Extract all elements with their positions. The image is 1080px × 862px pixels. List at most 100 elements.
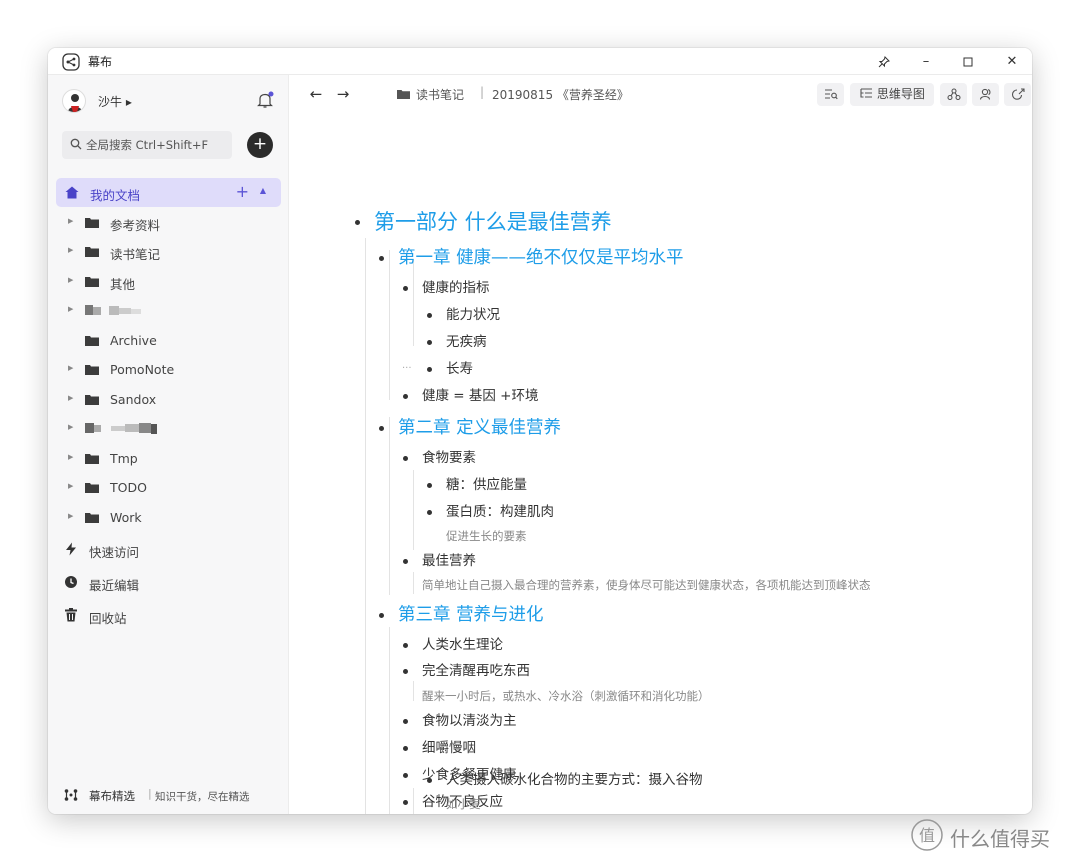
featured-footer[interactable]: 幕布精选 | 知识干货，尽在精选 <box>64 785 279 805</box>
expand-arrow-icon[interactable]: ▶ <box>68 453 73 461</box>
bullet-dot[interactable] <box>403 456 408 461</box>
outline-node[interactable]: 健康的指标 <box>403 278 490 298</box>
bullet-dot[interactable] <box>403 800 408 805</box>
outline-node[interactable]: 健康 = 基因 +环境 <box>403 386 539 406</box>
bullet-dot[interactable] <box>403 286 408 291</box>
forward-arrow-icon[interactable]: → <box>334 85 352 103</box>
bullet-dot[interactable] <box>427 313 432 318</box>
folder-item[interactable]: ▶ Tmp <box>48 444 289 473</box>
outline-node[interactable]: 完全清醒再吃东西 <box>403 661 530 681</box>
bullet-dot[interactable] <box>427 510 432 515</box>
expand-arrow-icon[interactable]: ▶ <box>68 217 73 225</box>
user-name[interactable]: 沙牛 ▸ <box>98 93 132 110</box>
bullet-dot[interactable] <box>403 643 408 648</box>
expand-arrow-icon[interactable]: ▶ <box>68 394 73 402</box>
bullet-dot[interactable] <box>427 483 432 488</box>
expand-arrow-icon[interactable]: ▶ <box>68 423 73 431</box>
expand-arrow-icon[interactable]: ▶ <box>68 512 73 520</box>
folder-item-blurred[interactable]: ▶ <box>48 414 289 443</box>
back-arrow-icon[interactable]: ← <box>307 85 325 103</box>
outline-node[interactable]: 人类摄入碳水化合物的主要方式：摄入谷物 <box>427 770 703 790</box>
outline-node-heading[interactable]: 第二章 定义最佳营养 <box>379 416 561 440</box>
sidebar: 沙牛 ▸ + 我的文档 + ▲ ▶ 参考资料 ▶ 读书笔记 <box>48 75 289 814</box>
outline-node-note[interactable]: 促进生长的要素 <box>446 527 527 545</box>
minimize-button[interactable]: – <box>914 52 938 72</box>
outline-node-heading[interactable]: 第一章 健康——绝不仅仅是平均水平 <box>379 246 684 270</box>
folder-item[interactable]: ▶ 其他 <box>48 267 289 296</box>
outline-node-heading[interactable]: 第三章 营养与进化 <box>379 603 544 627</box>
folder-item[interactable]: ▶ 参考资料 <box>48 208 289 237</box>
outline-guide-line <box>413 572 414 594</box>
bullet-dot[interactable] <box>427 340 432 345</box>
outline-node-heading[interactable]: 第一部分 什么是最佳营养 <box>355 208 612 236</box>
collaborate-button[interactable] <box>972 83 999 106</box>
outline-node[interactable]: 食物要素 <box>403 448 476 468</box>
bullet-dot[interactable] <box>355 220 360 225</box>
sidebar-item-recent[interactable]: 最近编辑 <box>64 570 274 596</box>
bullet-dot[interactable] <box>403 559 408 564</box>
folder-item-blurred[interactable]: ▶ <box>48 296 289 325</box>
folder-item[interactable]: ▶ 读书笔记 <box>48 237 289 266</box>
new-document-button[interactable]: + <box>247 132 273 158</box>
outline-editor[interactable]: 第一部分 什么是最佳营养 第一章 健康——绝不仅仅是平均水平 健康的指标 能力状… <box>289 115 1032 814</box>
avatar[interactable] <box>62 89 86 113</box>
search-input[interactable] <box>86 135 226 155</box>
my-docs-label: 我的文档 <box>90 188 141 203</box>
search-box[interactable] <box>62 131 232 159</box>
bullet-dot[interactable] <box>403 394 408 399</box>
share-node-button[interactable] <box>940 83 967 106</box>
mindmap-button[interactable]: 思维导图 <box>850 83 934 106</box>
outline-node[interactable]: 长寿 <box>427 359 473 379</box>
outline-node-note[interactable]: 醒来一小时后，或热水、冷水浴（刺激循环和消化功能） <box>422 687 710 705</box>
node-text: 完全清醒再吃东西 <box>422 663 530 679</box>
folder-name: Work <box>110 510 142 525</box>
sidebar-item-trash[interactable]: 回收站 <box>64 603 274 629</box>
breadcrumb-folder[interactable]: 读书笔记 <box>416 86 464 103</box>
bullet-dot[interactable] <box>427 778 432 783</box>
bullet-dot[interactable] <box>403 773 408 778</box>
folder-item[interactable]: ▶ PomoNote <box>48 355 289 384</box>
bullet-dot[interactable] <box>403 669 408 674</box>
folder-item[interactable]: Archive <box>48 326 289 355</box>
bullet-dot[interactable] <box>379 256 384 261</box>
add-folder-button[interactable]: + <box>236 182 249 201</box>
folder-item[interactable]: ▶ Sandox <box>48 385 289 414</box>
outline-node[interactable]: 人类水生理论 <box>403 635 503 655</box>
bullet-dot[interactable] <box>427 367 432 372</box>
blurred-label <box>85 305 141 315</box>
expand-arrow-icon[interactable]: ▶ <box>68 246 73 254</box>
outline-guide-line <box>389 250 390 400</box>
collapse-caret-icon[interactable]: ▲ <box>260 186 266 195</box>
maximize-button[interactable] <box>956 52 980 72</box>
pin-icon[interactable] <box>872 52 896 72</box>
outline-node[interactable]: 无疾病 <box>427 332 487 352</box>
folder-name: PomoNote <box>110 362 175 377</box>
outline-node[interactable]: 能力状况 <box>427 305 500 325</box>
outline-node[interactable]: 蛋白质：构建肌肉 <box>427 502 554 522</box>
outline-node[interactable]: 细嚼慢咽 <box>403 738 476 758</box>
expand-arrow-icon[interactable]: ▶ <box>68 364 73 372</box>
outline-node[interactable]: 最佳营养 <box>403 551 476 571</box>
bell-icon[interactable] <box>255 90 275 110</box>
outline-node[interactable]: 糖：供应能量 <box>427 475 527 495</box>
sidebar-item-my-docs[interactable]: 我的文档 + ▲ <box>56 178 281 207</box>
bullet-dot[interactable] <box>379 613 384 618</box>
outline-node[interactable]: 食物以清淡为主 <box>403 711 517 731</box>
expand-arrow-icon[interactable]: ▶ <box>68 305 73 313</box>
share-button[interactable] <box>1004 83 1031 106</box>
close-button[interactable]: ✕ <box>1000 52 1024 72</box>
folder-item[interactable]: ▶ TODO <box>48 473 289 502</box>
find-button[interactable] <box>817 83 844 106</box>
folder-item[interactable]: ▶ Work <box>48 503 289 532</box>
bullet-dot[interactable] <box>403 746 408 751</box>
outline-node-note[interactable]: 简单地让自己摄入最合理的营养素，使身体尽可能达到健康状态，各项机能达到顶峰状态 <box>422 576 871 594</box>
sidebar-item-quick-access[interactable]: 快速访问 <box>64 537 274 563</box>
outline-node-note[interactable]: 如小麦 <box>446 795 481 813</box>
bullet-dot[interactable] <box>403 719 408 724</box>
user-row[interactable]: 沙牛 ▸ <box>62 89 277 113</box>
node-handle-icon[interactable]: ··· <box>402 359 412 379</box>
bullet-dot[interactable] <box>379 426 384 431</box>
expand-arrow-icon[interactable]: ▶ <box>68 276 73 284</box>
node-text: 蛋白质：构建肌肉 <box>446 504 554 520</box>
expand-arrow-icon[interactable]: ▶ <box>68 482 73 490</box>
